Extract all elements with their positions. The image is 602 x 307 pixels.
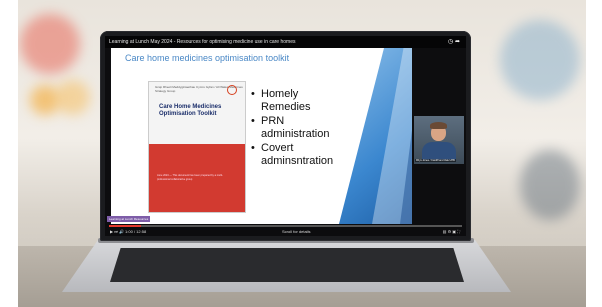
volume-icon[interactable]: 🔊	[119, 229, 124, 234]
time-display: 1:00 / 12:58	[125, 229, 147, 234]
bullet-item: • Homely Remedies	[251, 88, 311, 113]
background-light	[520, 150, 580, 220]
participant-video-tile: Rhys Jones / Cardiff and Vale UHB	[414, 116, 464, 164]
video-title[interactable]: Learning at Lunch May 2024 - Resources f…	[109, 39, 296, 45]
awmsg-logo-icon	[227, 85, 237, 95]
video-controls: Learning at Lunch Resources ▶ ⏭ 🔊 1:00 /…	[105, 216, 466, 236]
laptop-screen: Learning at Lunch May 2024 - Resources f…	[105, 36, 466, 236]
background-light	[55, 80, 90, 115]
slide-bullet-list: • Homely Remedies • PRN administration • Co…	[251, 88, 361, 169]
clock-icon[interactable]: ◷	[448, 39, 453, 45]
background-light	[20, 14, 80, 74]
participant-name: Rhys Jones / Cardiff and Vale UHB	[415, 159, 456, 162]
share-icon[interactable]: ➦	[455, 39, 460, 45]
captions-icon[interactable]: ▤	[443, 229, 447, 234]
laptop-keyboard	[110, 248, 464, 282]
left-controls: ▶ ⏭ 🔊 1:00 / 12:58	[110, 229, 146, 234]
slide-title: Care home medicines optimisation toolkit	[125, 53, 290, 63]
document-title: Care Home Medicines Optimisation Toolkit	[159, 104, 222, 117]
toolkit-document-cover: Grwp Rheoli Meddyginiaethau Cymru Gyfan …	[149, 82, 245, 212]
video-top-bar: Learning at Lunch May 2024 - Resources f…	[105, 36, 466, 48]
right-controls: ▤ ⚙ ▣ ⛶	[443, 229, 460, 234]
channel-label[interactable]: Learning at Lunch Resources	[107, 216, 151, 222]
bullet-item: • Covert adminsntration	[251, 142, 334, 167]
presentation-slide: Care home medicines optimisation toolkit…	[111, 48, 412, 224]
next-icon[interactable]: ⏭	[114, 229, 118, 234]
progress-fill	[109, 225, 141, 227]
scroll-for-details[interactable]: Scroll for details	[282, 229, 310, 234]
document-note: June 2024 — This document has been prepa…	[157, 174, 223, 181]
participant-body	[422, 142, 456, 160]
bullet-item: • PRN administration	[251, 115, 330, 140]
image-border	[0, 0, 18, 307]
background-light	[500, 20, 580, 100]
participant-hair	[430, 122, 447, 129]
progress-bar[interactable]	[109, 225, 462, 227]
video-top-icons: ◷ ➦	[448, 36, 460, 48]
image-border	[586, 0, 602, 307]
miniplayer-icon[interactable]: ▣	[452, 229, 456, 234]
settings-icon[interactable]: ⚙	[448, 229, 452, 234]
play-icon[interactable]: ▶	[110, 229, 113, 234]
fullscreen-icon[interactable]: ⛶	[457, 229, 460, 234]
